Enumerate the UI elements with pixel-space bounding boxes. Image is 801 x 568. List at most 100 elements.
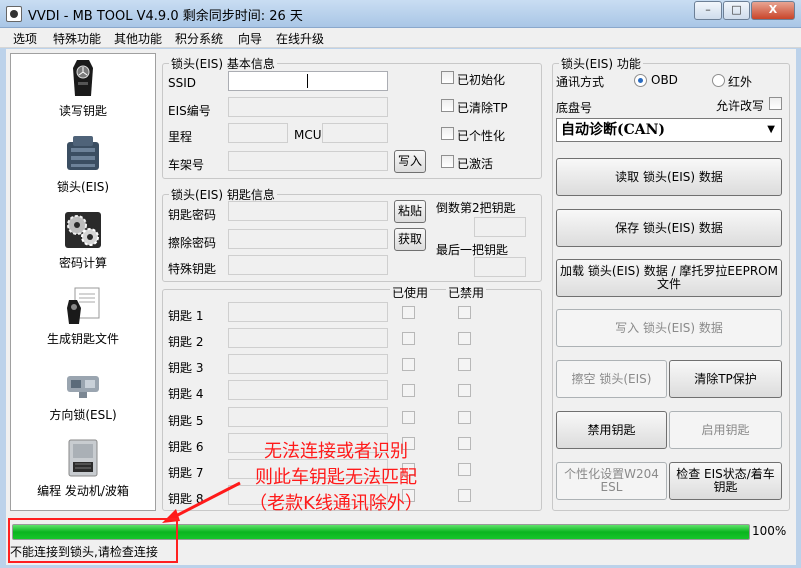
key-password-label: 钥匙密码 [168, 208, 217, 222]
menu-online-update[interactable]: 在线升级 [276, 30, 324, 47]
infrared-label: 红外 [728, 75, 753, 89]
key-5-disabled-checkbox [458, 411, 471, 424]
mileage-field[interactable] [228, 123, 288, 143]
sidebar-item-password-calc[interactable]: 密码计算 [11, 210, 155, 271]
disabled-column-header: 已禁用 [446, 284, 487, 301]
key-3-disabled-checkbox [458, 358, 471, 371]
vin-field[interactable] [228, 151, 388, 171]
close-button[interactable]: X [751, 1, 795, 20]
write-eis-button[interactable]: 写入 锁头(EIS) 数据 [556, 309, 782, 347]
eis-number-field[interactable] [228, 97, 388, 117]
initialized-checkbox[interactable] [441, 71, 454, 84]
special-key-field[interactable] [228, 255, 388, 275]
key-5-field[interactable] [228, 407, 388, 427]
chassis-label: 底盘号 [556, 101, 593, 115]
key-1-field[interactable] [228, 302, 388, 322]
activated-label: 已激活 [457, 157, 494, 171]
key-4-label: 钥匙 4 [168, 387, 204, 401]
initialized-label: 已初始化 [457, 73, 506, 87]
mcu-field[interactable] [322, 123, 388, 143]
menu-wizard[interactable]: 向导 [238, 30, 262, 47]
annotation-line-3: （老款K线通讯除外） [249, 493, 423, 514]
sidebar-item-eis[interactable]: 锁头(EIS) [11, 134, 155, 195]
key-2-label: 钥匙 2 [168, 335, 204, 349]
obd-label: OBD [651, 73, 678, 87]
infrared-radio[interactable] [712, 74, 725, 87]
write-vin-button[interactable]: 写入 [394, 150, 426, 173]
annotation-line-2: 则此车钥匙无法匹配 [255, 467, 417, 488]
eis-module-icon [63, 134, 103, 174]
tp-cleared-checkbox[interactable] [441, 99, 454, 112]
read-eis-button[interactable]: 读取 锁头(EIS) 数据 [556, 158, 782, 196]
save-eis-button[interactable]: 保存 锁头(EIS) 数据 [556, 209, 782, 247]
sidebar-item-label: 密码计算 [58, 256, 107, 270]
status-highlight-box [8, 518, 178, 563]
key-3-field[interactable] [228, 354, 388, 374]
chassis-select[interactable]: 自动诊断(CAN) ▼ [556, 118, 782, 142]
text-cursor [307, 74, 308, 88]
sidebar-item-program-engine-gearbox[interactable]: 编程 发动机/波箱 [11, 438, 155, 499]
activated-checkbox[interactable] [441, 155, 454, 168]
maximize-button[interactable]: □ [723, 1, 750, 20]
sidebar-item-label: 编程 发动机/波箱 [37, 484, 129, 498]
menu-options[interactable]: 选项 [13, 30, 37, 47]
gears-icon [63, 210, 103, 250]
menu-special-functions[interactable]: 特殊功能 [53, 30, 101, 47]
get-button[interactable]: 获取 [394, 228, 426, 251]
key-2-used-checkbox [402, 332, 415, 345]
paste-button[interactable]: 粘贴 [394, 200, 426, 223]
key-2-field[interactable] [228, 328, 388, 348]
mcu-label: MCU [294, 128, 322, 142]
annotation-text: 无法连接或者识别 则此车钥匙无法匹配 （老款K线通讯除外） [216, 439, 456, 517]
title-bar: VVDI - MB TOOL V4.9.0 剩余同步时间: 26 天 – □ X [0, 0, 801, 28]
allow-edit-checkbox[interactable] [769, 97, 782, 110]
last-key-label: 最后一把钥匙 [436, 243, 509, 257]
sidebar-item-label: 读写钥匙 [58, 104, 107, 118]
load-eis-button[interactable]: 加载 锁头(EIS) 数据 / 摩托罗拉EEPROM文件 [556, 259, 782, 297]
esl-module-icon [63, 362, 103, 402]
sidebar-item-esl[interactable]: 方向锁(ESL) [11, 362, 155, 423]
sidebar-item-read-write-key[interactable]: 读写钥匙 [11, 58, 155, 119]
sidebar-item-generate-key-file[interactable]: 生成钥匙文件 [11, 286, 155, 347]
sidebar-item-label: 锁头(EIS) [56, 180, 110, 194]
second-last-key-field[interactable] [474, 217, 526, 237]
mileage-label: 里程 [168, 130, 193, 144]
key-file-icon [63, 286, 103, 326]
personalized-checkbox[interactable] [441, 127, 454, 140]
tp-cleared-label: 已清除TP [457, 101, 508, 115]
ssid-field[interactable] [228, 71, 388, 91]
key-6-label: 钥匙 6 [168, 440, 204, 454]
special-key-label: 特殊钥匙 [168, 262, 217, 276]
window-title: VVDI - MB TOOL V4.9.0 剩余同步时间: 26 天 [28, 9, 303, 24]
ecu-icon [63, 438, 103, 478]
key-5-used-checkbox [402, 411, 415, 424]
disable-key-button[interactable]: 禁用钥匙 [556, 411, 667, 449]
erase-eis-button[interactable]: 擦空 锁头(EIS) [556, 360, 667, 398]
comm-mode-label: 通讯方式 [556, 75, 605, 89]
used-column-header: 已使用 [390, 284, 431, 301]
menu-points-system[interactable]: 积分系统 [175, 30, 223, 47]
personalized-label: 已个性化 [457, 129, 506, 143]
car-key-icon [63, 58, 103, 98]
enable-key-button[interactable]: 启用钥匙 [669, 411, 782, 449]
sidebar-item-label: 生成钥匙文件 [46, 332, 119, 346]
ssid-label: SSID [168, 76, 197, 90]
key-password-field[interactable] [228, 201, 388, 221]
erase-password-field[interactable] [228, 229, 388, 249]
menu-other-functions[interactable]: 其他功能 [114, 30, 162, 47]
key-1-used-checkbox [402, 306, 415, 319]
chevron-down-icon: ▼ [767, 124, 775, 135]
second-last-key-label: 倒数第2把钥匙 [436, 201, 516, 215]
minimize-button[interactable]: – [694, 1, 722, 20]
key-3-label: 钥匙 3 [168, 361, 204, 375]
key-4-field[interactable] [228, 380, 388, 400]
allow-edit-label: 允许改写 [716, 99, 765, 113]
key-7-disabled-checkbox [458, 463, 471, 476]
menu-bar: 选项 特殊功能 其他功能 积分系统 向导 在线升级 [0, 28, 801, 48]
check-eis-status-button[interactable]: 检查 EIS状态/着车钥匙 [669, 462, 782, 500]
obd-radio[interactable] [634, 74, 647, 87]
sidebar-item-label: 方向锁(ESL) [49, 408, 117, 422]
last-key-field[interactable] [474, 257, 526, 277]
personalize-w204-esl-button[interactable]: 个性化设置W204 ESL [556, 462, 667, 500]
clear-tp-button[interactable]: 清除TP保护 [669, 360, 782, 398]
